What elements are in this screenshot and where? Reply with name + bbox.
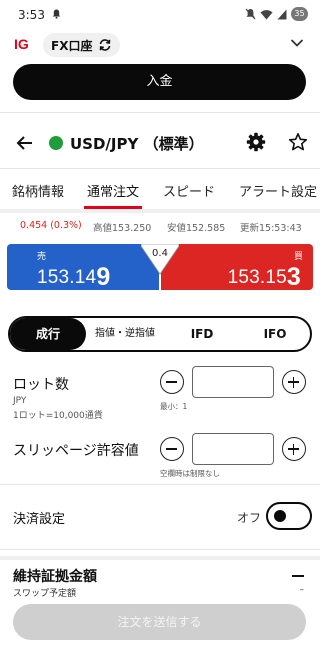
instrument-symbol: USD/JPY （標準） (70, 135, 204, 153)
signal-icon (277, 9, 287, 19)
deposit-button[interactable]: 入金 (13, 64, 306, 100)
market-status-dot (49, 136, 63, 150)
lot-label: ロット数 (13, 377, 69, 393)
account-selector[interactable]: FX口座 (43, 33, 121, 57)
tab-bar: 銘柄情報 通常注文 スピード アラート設定 (0, 169, 320, 209)
collapse-icon[interactable] (292, 575, 304, 577)
divider (0, 484, 320, 485)
updated-time: 更新15:53:43 (240, 223, 302, 234)
price-change: 0.454 (0.3%) (20, 220, 82, 231)
divider (0, 556, 320, 560)
instrument-bar: USD/JPY （標準） (0, 124, 320, 164)
lot-increase-button[interactable] (282, 370, 306, 394)
slippage-increase-button[interactable] (282, 437, 306, 461)
tab-speed[interactable]: スピード (163, 181, 215, 200)
status-time: 3:53 (18, 8, 45, 22)
swap-label: スワップ予定額 (13, 589, 77, 599)
settlement-state: オフ (237, 511, 262, 525)
buy-price: 153.153 (227, 263, 301, 291)
order-type-ifd[interactable]: IFD (168, 318, 236, 350)
order-type-market[interactable]: 成行 (10, 318, 86, 350)
swap-value: – (299, 585, 305, 595)
lot-decrease-button[interactable] (160, 370, 184, 394)
gear-icon[interactable] (246, 132, 266, 152)
slippage-hint: 空欄時は制限なし (160, 469, 220, 478)
account-header: IG FX口座 (0, 30, 320, 60)
status-bar: 3:53 35 (0, 0, 320, 30)
high-price: 高値153.250 (93, 223, 152, 234)
buy-price-button[interactable]: 買 153.153 (161, 244, 313, 291)
switch-account-icon (100, 39, 111, 51)
lot-note: 1ロット=10,000通貨 (13, 411, 103, 421)
ig-logo: IG (14, 36, 29, 52)
battery-indicator: 35 (291, 7, 308, 21)
mute-icon (245, 8, 256, 20)
slippage-decrease-button[interactable] (160, 437, 184, 461)
maintenance-margin-label: 維持証拠金額 (13, 569, 97, 585)
quote-panel: 売 153.149 買 153.153 0.4 (7, 244, 313, 291)
star-icon[interactable] (288, 132, 308, 152)
chevron-down-icon[interactable] (290, 38, 304, 48)
divider (0, 112, 320, 113)
market-info-row: 0.454 (0.3%) 高値153.250 安値152.585 更新15:53… (0, 220, 320, 236)
tab-instrument-info[interactable]: 銘柄情報 (12, 181, 64, 200)
low-price: 安値152.585 (167, 223, 226, 234)
lot-min-hint: 最小：1 (160, 402, 188, 411)
notification-bell-icon (52, 9, 61, 19)
order-type-ifo[interactable]: IFO (240, 318, 310, 350)
lot-unit: JPY (13, 396, 27, 406)
slippage-input[interactable] (192, 433, 274, 465)
sell-price: 153.149 (37, 263, 111, 291)
settlement-toggle[interactable] (266, 502, 312, 530)
back-arrow-icon[interactable] (16, 134, 34, 152)
lot-input[interactable] (192, 366, 274, 398)
order-type-selector: 成行 指値・逆指値 IFD IFO (8, 316, 312, 352)
submit-order-button[interactable]: 注文を送信する (13, 604, 306, 640)
spread-value: 0.4 (152, 248, 168, 259)
tab-normal-order[interactable]: 通常注文 (87, 181, 139, 200)
sell-price-button[interactable]: 売 153.149 (7, 244, 159, 291)
order-type-limit-stop[interactable]: 指値・逆指値 (90, 318, 160, 350)
divider (0, 209, 320, 213)
tab-alert-settings[interactable]: アラート設定 (239, 181, 317, 200)
divider (0, 549, 320, 550)
wifi-icon (260, 9, 273, 19)
slippage-label: スリッページ許容値 (13, 443, 139, 459)
toggle-knob (274, 510, 286, 522)
settlement-label: 決済設定 (13, 512, 66, 527)
account-name: FX口座 (51, 38, 93, 53)
